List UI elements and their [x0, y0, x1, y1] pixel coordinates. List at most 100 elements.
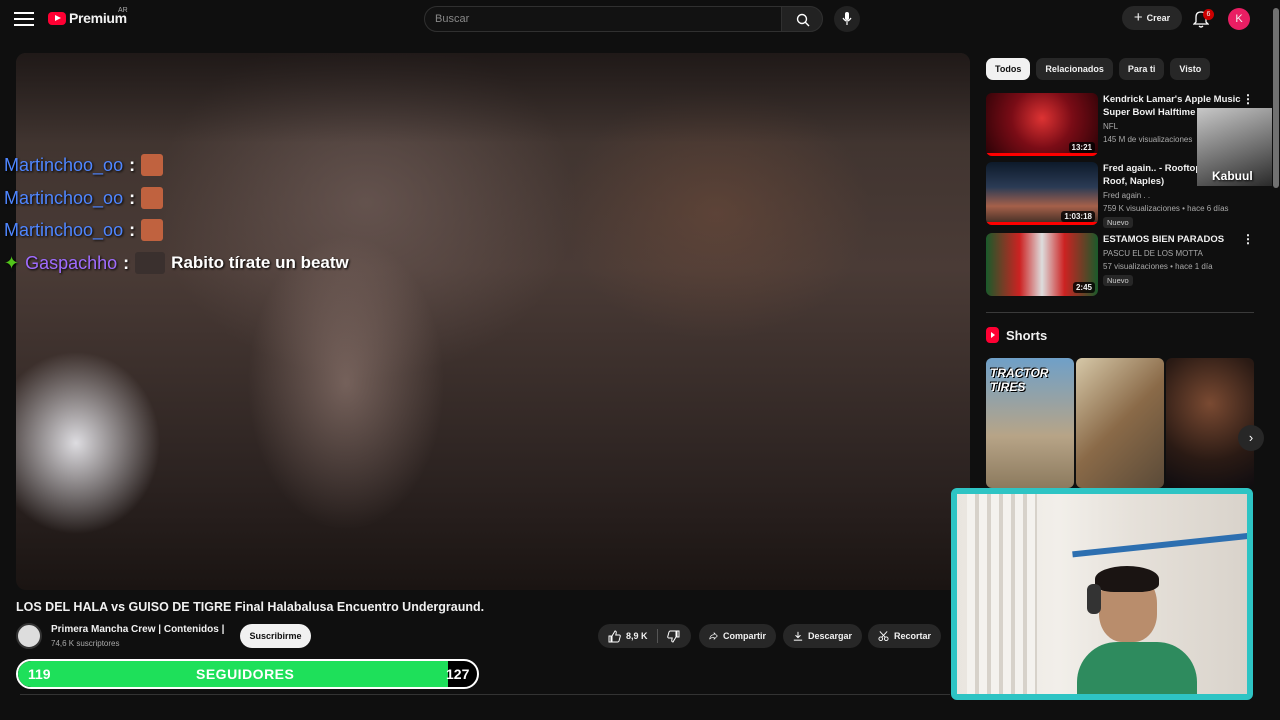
hair — [1095, 566, 1159, 592]
thumbs-down-icon[interactable] — [666, 630, 680, 643]
microphone-icon — [842, 12, 852, 25]
new-badge: Nuevo — [1103, 275, 1133, 286]
chat-overlay-line: Martinchoo_oo : — [4, 187, 164, 209]
follower-goal-bar: 119 SEGUIDORES 127 — [16, 659, 479, 689]
youtube-icon — [48, 11, 66, 25]
download-icon — [793, 631, 803, 641]
account-avatar[interactable]: K — [1228, 8, 1250, 30]
clip-button[interactable]: Recortar — [868, 624, 941, 648]
follower-current: 119 — [28, 666, 51, 682]
page-scrollbar[interactable] — [1272, 0, 1280, 720]
youtube-premium-logo[interactable]: Premium AR — [48, 7, 128, 26]
video-frame-shade — [16, 53, 970, 143]
chevron-right-icon[interactable]: › — [1238, 425, 1264, 451]
like-count[interactable]: 8,9 K — [626, 631, 648, 641]
video-stats: 145 M de visualizaciones — [1103, 135, 1193, 144]
video-player[interactable] — [16, 53, 970, 590]
chat-username: Gaspachho — [25, 252, 118, 273]
section-divider — [986, 312, 1254, 313]
menu-icon[interactable] — [14, 10, 34, 28]
clip-label: Recortar — [893, 631, 931, 641]
chat-message: Rabito tírate un beatw — [171, 253, 349, 272]
stream-overlay-image: Kabuul — [1197, 108, 1272, 186]
video-duration: 13:21 — [1068, 142, 1095, 153]
short-title: TRACTOR TIRES — [990, 366, 1049, 394]
plus-icon: + — [1133, 9, 1143, 26]
chat-username: Martinchoo_oo — [4, 187, 124, 208]
share-icon — [709, 632, 718, 640]
shorts-icon — [986, 327, 999, 343]
chat-emote — [141, 219, 164, 241]
watch-progress-bar — [986, 222, 1098, 225]
follower-goal-target: 127 — [446, 666, 470, 682]
notification-count-badge: 6 — [1203, 9, 1214, 20]
chip-relacionados[interactable]: Relacionados — [1036, 58, 1113, 80]
video-thumbnail[interactable]: 1:03:18 — [986, 162, 1098, 225]
thumbs-up-icon[interactable] — [608, 629, 621, 643]
chip-todos[interactable]: Todos — [986, 58, 1031, 80]
download-button[interactable]: Descargar — [783, 624, 862, 648]
like-dislike-group: 8,9 K — [598, 624, 691, 648]
chat-overlay-line: Martinchoo_oo : — [4, 219, 164, 241]
shorts-title: Shorts — [1006, 327, 1048, 343]
video-thumbnail[interactable]: 2:45 — [986, 233, 1098, 296]
channel-name[interactable]: Fred again . . — [1103, 191, 1150, 200]
chat-overlay-line: Martinchoo_oo : — [4, 154, 164, 176]
chip-visto[interactable]: Visto — [1170, 58, 1211, 80]
chip-para-ti[interactable]: Para ti — [1118, 58, 1165, 80]
chat-overlay-line: ✦ Gaspachho : Rabito tírate un beatw — [4, 252, 349, 274]
video-title: LOS DEL HALA vs GUISO DE TIGRE Final Hal… — [16, 600, 485, 614]
short-item[interactable]: TRACTOR TIRES — [986, 358, 1074, 488]
shirt — [1077, 642, 1197, 694]
create-label: Crear — [1146, 13, 1171, 23]
create-button[interactable]: + Crear — [1122, 6, 1182, 30]
channel-name[interactable]: NFL — [1103, 122, 1118, 131]
download-label: Descargar — [807, 631, 852, 641]
chat-colon: : — [129, 219, 136, 240]
short-item[interactable] — [1166, 358, 1254, 488]
chat-username: Martinchoo_oo — [4, 219, 124, 240]
top-bar: Premium AR Buscar + Crear 6 K — [0, 0, 1280, 38]
video-stats: 759 K visualizaciones • hace 6 días — [1103, 204, 1229, 213]
sparkle-icon: ✦ — [4, 252, 20, 273]
divider-line — [20, 694, 950, 695]
scissors-icon — [878, 631, 889, 642]
shelf — [1072, 532, 1247, 558]
chat-colon: : — [123, 252, 130, 273]
watch-progress-bar — [986, 153, 1098, 156]
curtain — [967, 494, 1037, 694]
streamer — [1077, 564, 1197, 694]
scrollbar-thumb[interactable] — [1273, 8, 1279, 188]
voice-search-button[interactable] — [834, 6, 860, 32]
chat-emote — [141, 154, 164, 176]
channel-name[interactable]: Primera Mancha Crew | Contenidos | — [51, 624, 224, 635]
overlay-name: Kabuul — [1212, 169, 1253, 183]
chat-emote — [135, 252, 166, 274]
shorts-header: Shorts — [986, 327, 1047, 343]
subscriber-count: 74,6 K suscriptores — [51, 639, 120, 648]
country-code: AR — [118, 7, 128, 14]
subscribe-button[interactable]: Suscribirme — [240, 624, 311, 648]
video-title[interactable]: ESTAMOS BIEN PARADOS — [1103, 233, 1248, 246]
channel-name[interactable]: PASCU EL DE LOS MOTTA — [1103, 249, 1203, 258]
video-duration: 2:45 — [1072, 282, 1095, 293]
chat-username: Martinchoo_oo — [4, 154, 124, 175]
chat-colon: : — [129, 187, 136, 208]
video-duration: 1:03:18 — [1061, 211, 1095, 222]
more-options-icon[interactable]: ⋮ — [1242, 233, 1254, 245]
filter-chips: Todos Relacionados Para ti Visto — [986, 58, 1211, 80]
search-input[interactable]: Buscar — [424, 6, 782, 32]
channel-avatar[interactable] — [16, 623, 42, 649]
video-stats: 57 visualizaciones • hace 1 día — [1103, 262, 1213, 271]
short-item[interactable] — [1076, 358, 1164, 488]
more-options-icon[interactable]: ⋮ — [1242, 93, 1254, 105]
share-button[interactable]: Compartir — [699, 624, 776, 648]
chat-emote — [141, 187, 164, 209]
share-label: Compartir — [722, 631, 766, 641]
search-button[interactable] — [781, 6, 823, 32]
webcam-overlay — [951, 488, 1253, 700]
video-thumbnail[interactable]: 13:21 — [986, 93, 1098, 156]
recommendation-item[interactable]: 2:45 ESTAMOS BIEN PARADOS PASCU EL DE LO… — [986, 233, 1266, 297]
headset-icon — [1087, 584, 1101, 614]
follower-goal-label: SEGUIDORES — [196, 666, 295, 682]
